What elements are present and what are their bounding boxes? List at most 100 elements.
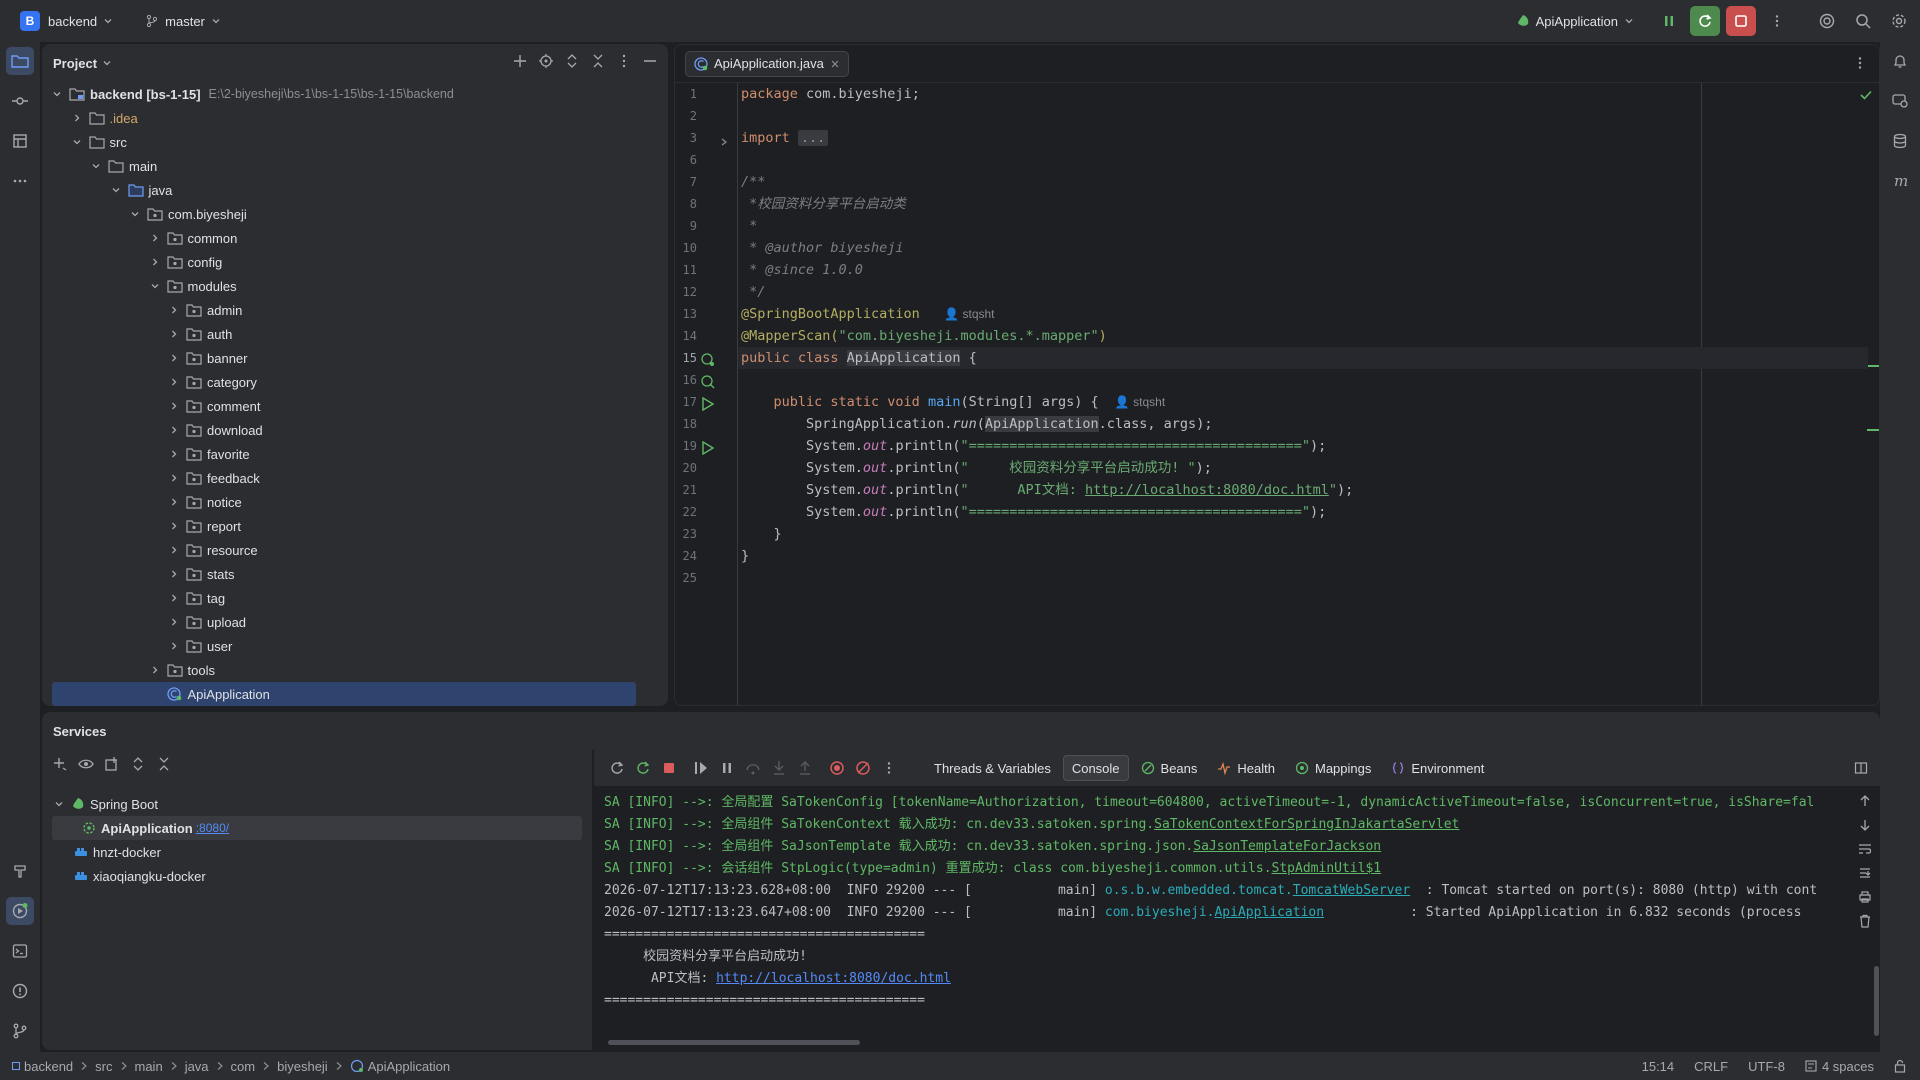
port-link[interactable]: :8080/ [196,821,229,835]
collapse-all-icon[interactable] [590,53,606,69]
rerun-button[interactable] [1690,6,1720,36]
chevron-right-icon[interactable] [167,423,181,437]
line-separator[interactable]: CRLF [1694,1059,1728,1074]
chevron-right-icon[interactable] [167,615,181,629]
step-into-icon[interactable] [766,755,792,781]
breadcrumb-item[interactable]: com [231,1059,256,1074]
expand-all-icon[interactable] [564,53,580,69]
tree-item[interactable]: auth [42,322,652,346]
maven-icon[interactable]: m [1886,167,1914,195]
code-line[interactable]: SpringApplication.run(ApiApplication.cla… [741,413,1212,435]
tab-console[interactable]: Console [1062,755,1129,781]
problems-icon[interactable] [6,977,34,1005]
chevron-right-icon[interactable] [148,255,162,269]
ai-assistant-icon[interactable] [1812,6,1842,36]
chevron-right-icon[interactable] [167,543,181,557]
tree-item[interactable]: ApiApplication [52,682,636,706]
trash-icon[interactable] [1858,914,1872,928]
chevron-down-icon[interactable] [70,135,84,149]
code-line[interactable]: *校园资料分享平台启动类 [741,193,906,215]
chevron-right-icon[interactable] [167,375,181,389]
doc-link[interactable]: http://localhost:8080/doc.html [716,971,951,986]
tab-health[interactable]: Health [1209,755,1283,781]
ai-chat-icon[interactable] [1886,87,1914,115]
chevron-right-icon[interactable] [167,639,181,653]
tree-item[interactable]: notice [42,490,652,514]
file-encoding[interactable]: UTF-8 [1748,1059,1785,1074]
chevron-right-icon[interactable] [167,471,181,485]
options-icon[interactable] [616,53,632,69]
breadcrumb-item[interactable]: biyesheji [277,1059,328,1074]
structure-icon[interactable] [6,127,34,155]
locate-icon[interactable] [538,53,554,69]
close-icon[interactable] [830,59,840,69]
chevron-down-icon[interactable] [50,87,64,101]
code-line[interactable]: */ [741,281,765,303]
mapper-gutter-icon[interactable] [701,375,715,389]
breadcrumb-item[interactable]: java [185,1059,209,1074]
breadcrumb-item[interactable]: backend [12,1059,73,1074]
chevron-right-icon[interactable] [167,495,181,509]
project-switcher[interactable]: backend [42,7,119,35]
tree-item[interactable]: report [42,514,652,538]
chevron-right-icon[interactable] [167,351,181,365]
more-icon[interactable] [876,755,902,781]
more-icon[interactable] [1762,6,1792,36]
chevron-right-icon[interactable] [167,519,181,533]
chevron-down-icon[interactable] [52,797,66,811]
gear-icon[interactable] [1884,6,1914,36]
code-line[interactable]: System.out.println("====================… [741,501,1326,523]
tree-item[interactable]: common [42,226,652,250]
folded-imports[interactable]: ... [797,130,829,146]
run-gutter-icon[interactable] [702,397,714,411]
tree-item[interactable]: resource [42,538,652,562]
collapse-all-icon[interactable] [156,756,172,772]
expand-all-icon[interactable] [130,756,146,772]
tree-item[interactable]: comment [42,394,652,418]
tree-item[interactable]: feedback [42,466,652,490]
run-config-selector[interactable]: ApiApplication [1510,7,1640,35]
code-line[interactable]: package com.biyesheji; [741,83,920,105]
terminal-icon[interactable] [6,937,34,965]
editor-options-icon[interactable] [1853,56,1867,70]
code-line[interactable]: @SpringBootApplication 👤 stqsht [741,303,995,325]
horizontal-scrollbar[interactable] [608,1040,860,1045]
tab-mappings[interactable]: Mappings [1287,755,1379,781]
code-line[interactable]: * @author biyesheji [741,237,903,259]
code-line[interactable]: * @since 1.0.0 [741,259,863,281]
fold-chevron-icon[interactable] [719,137,729,147]
tree-item[interactable]: backend [bs-1-15] E:\2-biyesheji\bs-1\bs-… [42,82,652,106]
layout-icon[interactable] [1848,755,1874,781]
eye-icon[interactable] [78,756,94,772]
rerun-icon[interactable] [604,755,630,781]
lock-icon[interactable] [1894,1059,1906,1073]
editor-tab[interactable]: ApiApplication.java [685,50,849,77]
console-output[interactable]: SA [INFO] -->: 全局配置 SaTokenConfig [token… [594,786,1830,1022]
chevron-right-icon[interactable] [167,591,181,605]
tree-item[interactable]: admin [42,298,652,322]
pause-icon[interactable] [714,755,740,781]
code-line[interactable]: * [741,215,757,237]
code-line[interactable]: import ... [741,127,829,149]
print-icon[interactable] [1858,890,1872,904]
tree-item[interactable]: .idea [42,106,652,130]
tree-item[interactable]: config [42,250,652,274]
chevron-down-icon[interactable] [89,159,103,173]
add-icon[interactable] [512,53,528,69]
commit-icon[interactable] [6,87,34,115]
tab-beans[interactable]: Beans [1133,755,1206,781]
tree-item[interactable]: main [42,154,652,178]
code-line[interactable]: } [741,523,782,545]
project-folder-icon[interactable] [6,47,34,75]
stop-icon[interactable] [656,755,682,781]
author-hint[interactable]: 👤 stqsht [944,307,994,321]
breakpoints-icon[interactable] [824,755,850,781]
search-icon[interactable] [1848,6,1878,36]
branch-switcher[interactable]: master [139,7,227,35]
chevron-right-icon[interactable] [167,399,181,413]
code-line-current[interactable]: public class ApiApplication { [738,347,1868,369]
run-gutter-icon[interactable] [702,441,714,455]
tree-item[interactable]: category [42,370,652,394]
breadcrumb-item[interactable]: src [95,1059,112,1074]
tree-item[interactable]: upload [42,610,652,634]
